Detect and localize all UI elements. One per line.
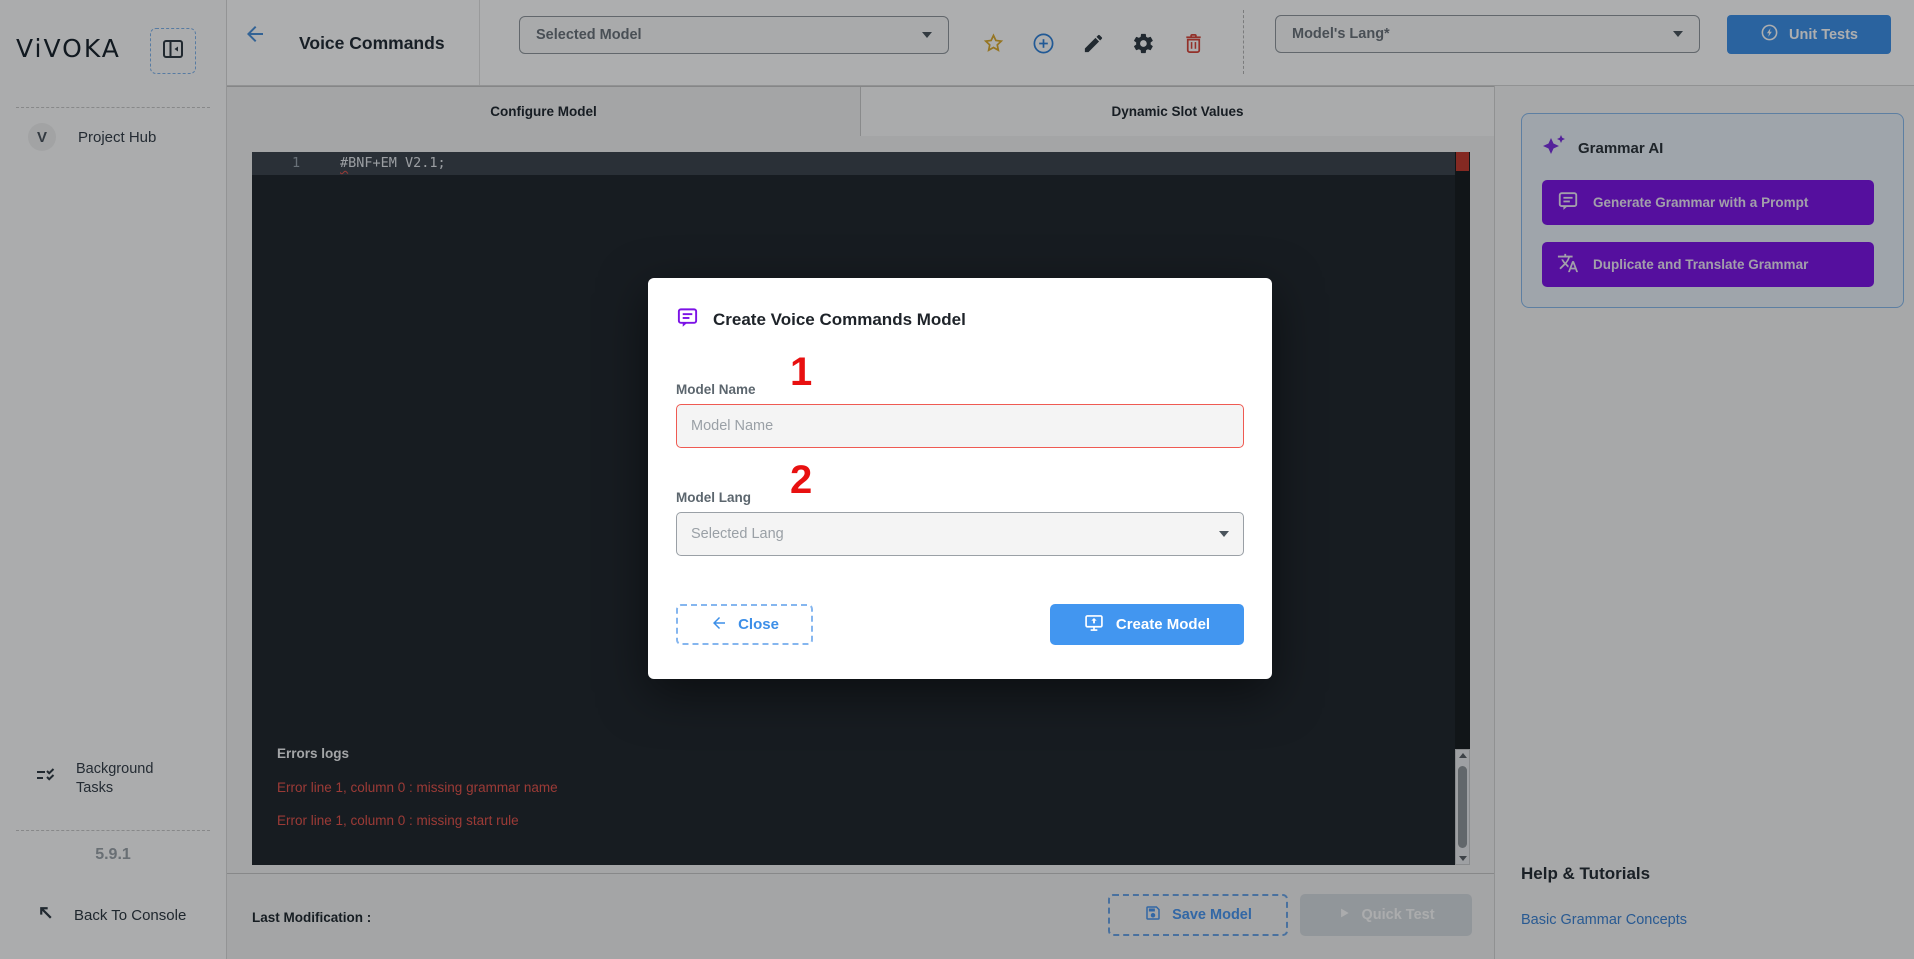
- close-dialog-button[interactable]: Close: [676, 604, 813, 645]
- annotation-number-2: 2: [790, 460, 812, 500]
- dialog-title: Create Voice Commands Model: [713, 310, 966, 330]
- chat-message-icon: [676, 306, 699, 334]
- create-model-label: Create Model: [1116, 616, 1210, 633]
- chevron-down-icon: [1219, 531, 1229, 537]
- model-lang-label: Model Lang: [676, 490, 751, 505]
- model-name-input[interactable]: [676, 404, 1244, 448]
- dialog-title-row: Create Voice Commands Model: [676, 306, 966, 334]
- close-label: Close: [738, 616, 779, 633]
- create-model-button[interactable]: Create Model: [1050, 604, 1244, 645]
- arrow-left-icon: [710, 614, 728, 636]
- selected-lang-placeholder: Selected Lang: [691, 526, 784, 542]
- annotation-number-1: 1: [790, 352, 812, 392]
- model-name-label: Model Name: [676, 382, 756, 397]
- model-lang-select[interactable]: Selected Lang: [676, 512, 1244, 556]
- create-model-dialog: Create Voice Commands Model Model Name 1…: [648, 278, 1272, 679]
- monitor-upload-icon: [1084, 613, 1104, 637]
